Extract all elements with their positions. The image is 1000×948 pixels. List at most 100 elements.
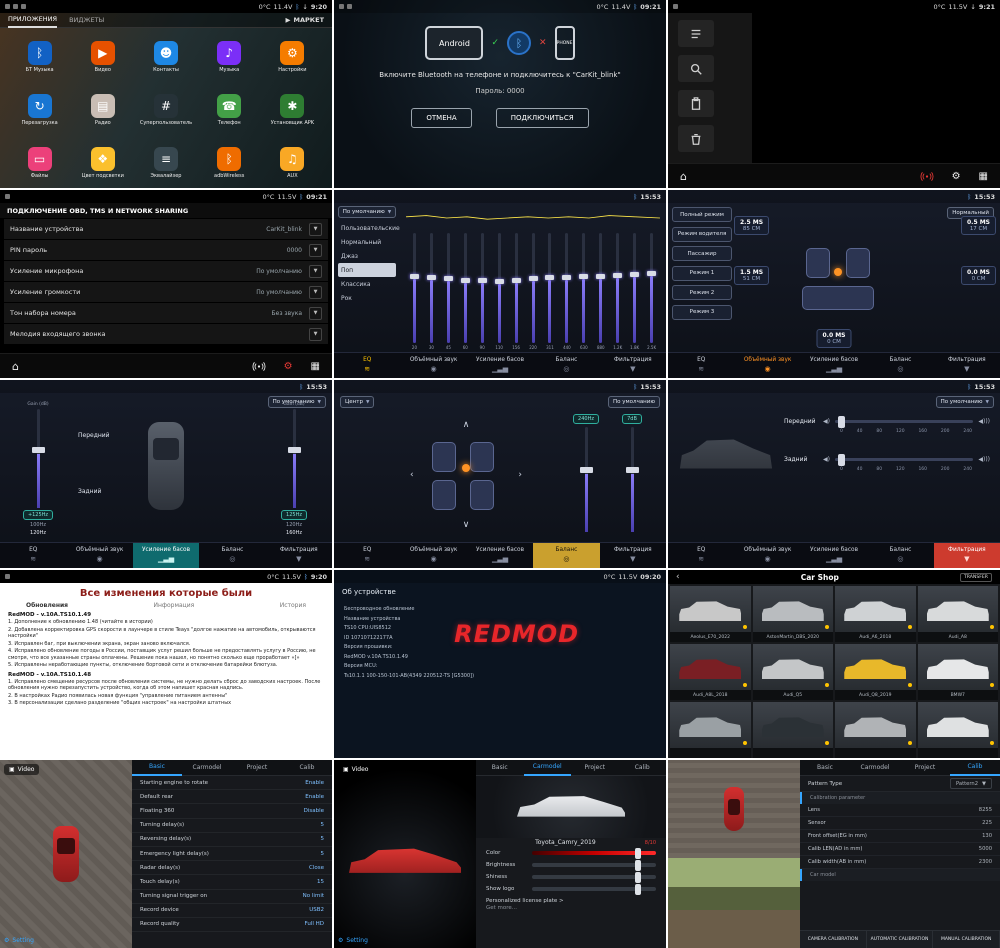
band-knob[interactable] <box>495 279 504 284</box>
camera-tab[interactable]: Project <box>900 760 950 775</box>
car-card[interactable]: Audi_Q8_2019 <box>835 644 916 700</box>
setting-row[interactable]: Starting engine to rotate Enable <box>132 776 332 790</box>
settings-gear-icon[interactable]: ⚙ <box>952 171 961 182</box>
audio-tab[interactable]: Усиление басов▁▃▅ <box>467 353 533 378</box>
band-slider[interactable] <box>548 233 551 343</box>
band-slider[interactable] <box>565 233 568 343</box>
camera-tab[interactable]: Carmodel <box>182 760 232 775</box>
slider-knob[interactable] <box>635 860 641 871</box>
camera-tab[interactable]: Basic <box>800 760 850 775</box>
car-card[interactable]: BMW7 <box>918 644 999 700</box>
audio-tab[interactable]: Фильтрация▼ <box>934 543 1000 568</box>
camera-tab[interactable]: Carmodel <box>850 760 900 775</box>
broadcast-icon[interactable] <box>920 171 934 182</box>
center-dropdown[interactable]: Центр▼ <box>340 396 374 408</box>
chevron-down-icon[interactable]: ▼ <box>309 307 322 320</box>
band-slider[interactable] <box>633 233 636 343</box>
band-slider[interactable] <box>447 233 450 343</box>
band-slider[interactable] <box>481 233 484 343</box>
preset-dropdown[interactable]: По умолчанию▼ <box>338 206 396 218</box>
calibration-row[interactable]: Front offset(EG in mm) 130 <box>800 830 1000 843</box>
band-slider[interactable] <box>430 233 433 343</box>
camera-tab[interactable]: Calib <box>282 760 332 775</box>
band-knob[interactable] <box>579 274 588 279</box>
audio-tab[interactable]: Баланс◎ <box>867 543 933 568</box>
slider-knob[interactable] <box>32 447 45 453</box>
setting-row[interactable]: Усиление микрофона По умолчанию ▼ <box>4 261 328 282</box>
setting-row[interactable]: Record device USB2 <box>132 904 332 918</box>
slider-knob[interactable] <box>288 447 301 453</box>
crossover-chip[interactable]: 125Hz <box>281 510 307 520</box>
chevron-down-icon[interactable]: ▼ <box>309 286 322 299</box>
chevron-down-icon[interactable]: ▼ <box>309 223 322 236</box>
band-slider[interactable] <box>532 233 535 343</box>
app-icon[interactable]: # Суперпользователь <box>134 83 197 136</box>
audio-tab[interactable]: EQ≋ <box>0 543 66 568</box>
default-button[interactable]: По умолчанию <box>608 396 660 408</box>
setting-row[interactable]: Record quality Full HD <box>132 918 332 932</box>
setting-row[interactable]: Turning signal trigger on No limit <box>132 890 332 904</box>
calibration-button[interactable]: CAMERA CALIBRATION <box>800 931 867 948</box>
arrow-up-icon[interactable]: ∧ <box>463 420 470 430</box>
tab-history[interactable]: История <box>280 602 306 609</box>
setting-row[interactable]: Название устройства CarKit_blink ▼ <box>4 219 328 240</box>
app-icon[interactable]: ▭ Файлы <box>8 136 71 188</box>
band-slider[interactable] <box>599 233 602 343</box>
band-knob[interactable] <box>613 273 622 278</box>
band-knob[interactable] <box>444 276 453 281</box>
setting-row[interactable]: Touch delay(s) 15 <box>132 875 332 889</box>
home-icon[interactable]: ⌂ <box>680 170 687 183</box>
app-icon[interactable]: ▤ Радио <box>71 83 134 136</box>
connect-button[interactable]: ПОДКЛЮЧИТЬСЯ <box>496 108 589 128</box>
app-icon[interactable]: ♫ AUX <box>261 136 324 188</box>
mode-button[interactable]: Режим 2 <box>672 285 732 300</box>
band-knob[interactable] <box>478 278 487 283</box>
balance-seat-pad[interactable]: ∧ ∨ ‹ › <box>408 420 524 530</box>
camera-tab[interactable]: Calib <box>619 760 667 775</box>
slider-track[interactable] <box>585 427 588 532</box>
camera-tab[interactable]: Project <box>571 760 619 775</box>
setting-row[interactable]: Усиление громкости По умолчанию ▼ <box>4 282 328 303</box>
car-card[interactable]: Audi_A8 <box>918 586 999 642</box>
apps-grid-icon[interactable]: ▦ <box>979 171 988 182</box>
band-slider[interactable] <box>464 233 467 343</box>
band-knob[interactable] <box>461 278 470 283</box>
car-card[interactable] <box>670 702 751 758</box>
camera-tab[interactable]: Project <box>232 760 282 775</box>
app-icon[interactable]: ᛒ БТ Музыка <box>8 30 71 83</box>
car-card[interactable] <box>753 702 834 758</box>
slider-knob[interactable] <box>838 454 845 466</box>
slider-knob[interactable] <box>838 416 845 428</box>
app-icon[interactable]: ✱ Установщик APK <box>261 83 324 136</box>
delete-button[interactable] <box>678 125 714 152</box>
crossover-chip[interactable]: +125Hz <box>23 510 53 520</box>
car-card[interactable]: Aeolus_E70_2022 <box>670 586 751 642</box>
band-knob[interactable] <box>596 274 605 279</box>
transfer-button[interactable]: TRANSFER <box>960 573 992 582</box>
audio-tab[interactable]: Усиление басов▁▃▅ <box>801 543 867 568</box>
audio-tab[interactable]: Фильтрация▼ <box>266 543 332 568</box>
car-card[interactable] <box>835 702 916 758</box>
band-knob[interactable] <box>545 275 554 280</box>
search-button[interactable] <box>678 55 714 82</box>
freq-option[interactable]: 120Hz <box>286 522 302 528</box>
gain-slider[interactable] <box>293 409 296 508</box>
video-tag[interactable]: ▣Video <box>338 764 373 775</box>
arrow-down-icon[interactable]: ∨ <box>463 520 470 530</box>
apps-grid-icon[interactable]: ▦ <box>311 361 320 372</box>
filter-slider[interactable] <box>835 420 973 423</box>
audio-tab[interactable]: EQ≋ <box>668 543 734 568</box>
shiness-slider[interactable] <box>532 875 656 879</box>
audio-tab[interactable]: EQ≋ <box>334 543 400 568</box>
mode-button[interactable]: Полный режим <box>672 207 732 222</box>
band-knob[interactable] <box>512 278 521 283</box>
setting-row[interactable]: Turning delay(s) 5 <box>132 819 332 833</box>
audio-tab[interactable]: Усиление басов▁▃▅ <box>133 543 199 568</box>
setting-tag[interactable]: ⚙Setting <box>4 937 34 944</box>
chevron-down-icon[interactable]: ▼ <box>309 328 322 341</box>
calibration-button[interactable]: AUTOMATIC CALIBRATION <box>867 931 934 948</box>
freq-option[interactable]: 100Hz <box>30 522 46 528</box>
car-card[interactable]: Audi_A6_2018 <box>835 586 916 642</box>
car-card[interactable]: Audi_A8L_2018 <box>670 644 751 700</box>
camera-tab[interactable]: Carmodel <box>524 760 572 776</box>
